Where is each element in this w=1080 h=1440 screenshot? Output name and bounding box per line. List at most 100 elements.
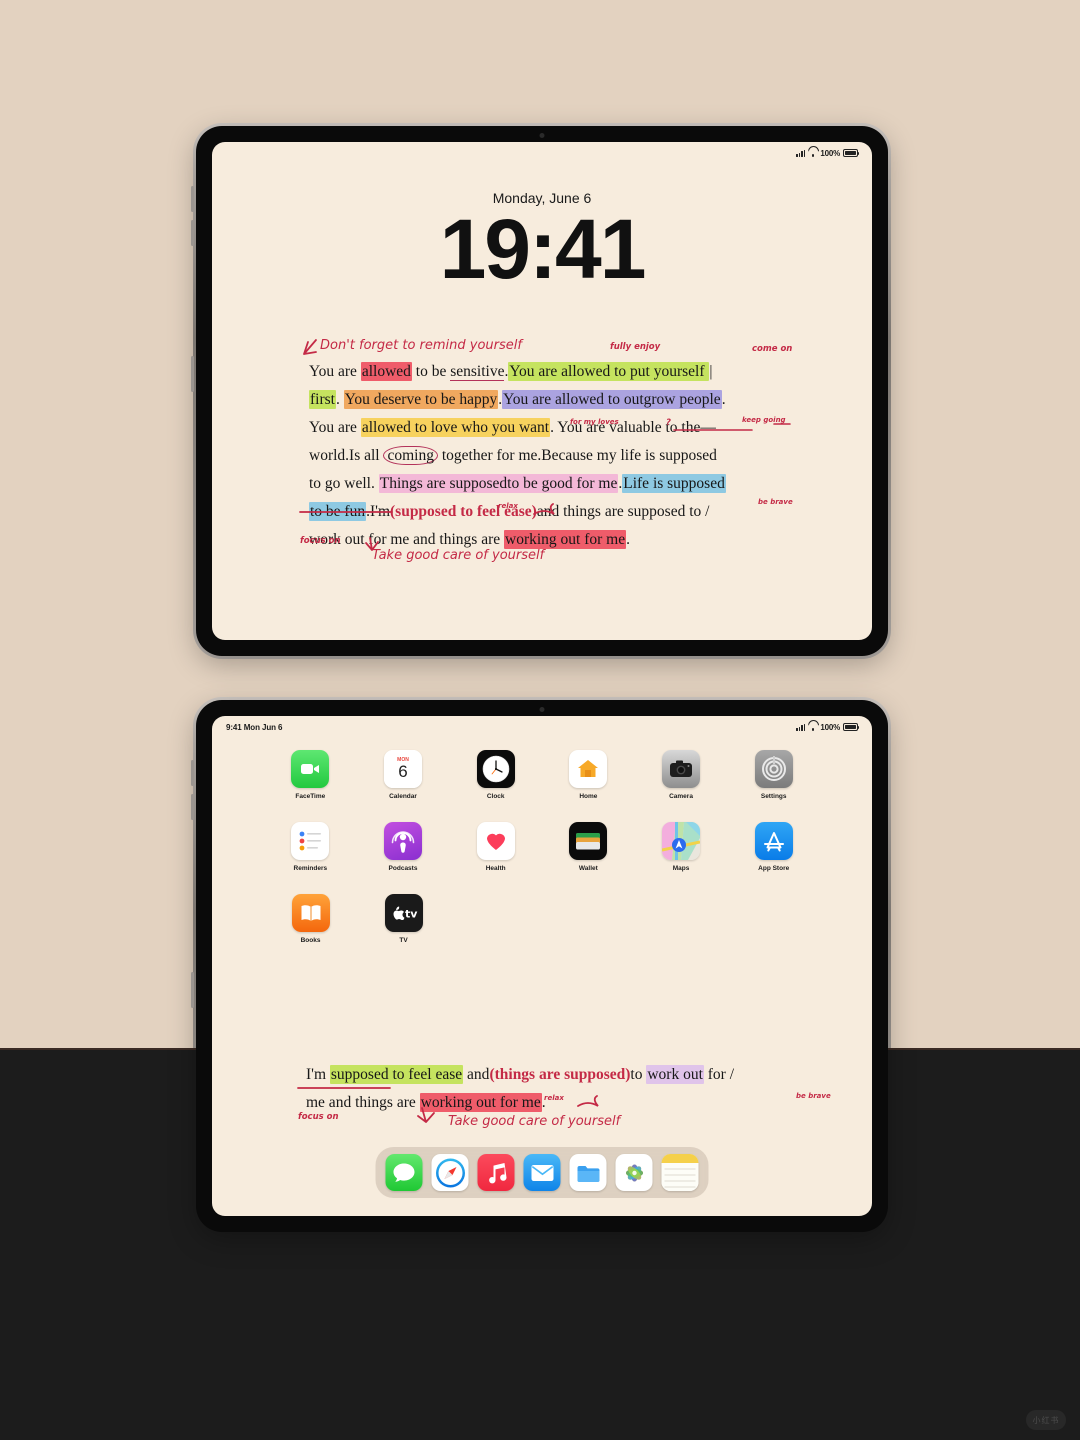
app-reminders[interactable]: Reminders [264, 822, 357, 872]
lock-screen-display: 100% Monday, June 6 19:41 You are allowe… [212, 142, 872, 640]
status-bar: 100% [212, 142, 872, 164]
calendar-day-number: 6 [398, 761, 408, 781]
camera-icon[interactable] [662, 750, 701, 788]
dock-item-photos[interactable] [615, 1154, 653, 1191]
appstore-icon[interactable] [754, 822, 793, 860]
wallet-icon[interactable] [569, 822, 608, 860]
safari-icon[interactable] [431, 1154, 469, 1191]
mail-icon[interactable] [523, 1154, 561, 1191]
dock-item-files[interactable] [569, 1154, 607, 1191]
cellular-signal-icon-2 [795, 723, 806, 731]
power-button-2[interactable] [191, 972, 194, 1008]
note-text: .I'm [366, 503, 390, 520]
annotation-fully-enjoy: fully enjoy [610, 342, 661, 352]
app-clock[interactable]: Clock [449, 750, 542, 800]
app-label: Health [485, 865, 506, 872]
cellular-signal-icon [795, 149, 806, 157]
annotation-focus-on-2: focus on [298, 1112, 339, 1122]
app-facetime[interactable]: FaceTime [264, 750, 357, 800]
volume-down-button[interactable] [191, 220, 194, 246]
app-wallet[interactable]: Wallet [542, 822, 635, 872]
affirmation-note-home: I'm supposed to feel ease and(things are… [306, 1062, 734, 1118]
settings-icon[interactable] [754, 750, 793, 788]
volume-down-button-2[interactable] [191, 794, 194, 820]
power-button[interactable] [191, 356, 194, 392]
dock-item-mail[interactable] [523, 1154, 561, 1191]
dock-item-notes[interactable] [661, 1154, 699, 1191]
maps-icon[interactable] [662, 822, 701, 860]
files-icon[interactable] [569, 1154, 607, 1191]
music-icon[interactable] [477, 1154, 515, 1191]
app-home[interactable]: Home [542, 750, 635, 800]
highlighted-text: You are allowed to outgrow people [502, 390, 722, 409]
books-icon[interactable] [291, 894, 330, 932]
highlighted-text: working out for me [504, 530, 627, 549]
app-label: App Store [758, 865, 790, 872]
highlighted-text: work out [646, 1065, 704, 1084]
clock-icon[interactable] [476, 750, 515, 788]
tv-icon[interactable]: tv [384, 894, 423, 932]
annotation-be-brave: be brave [758, 498, 793, 506]
facetime-icon[interactable] [291, 750, 330, 788]
app-label: TV [399, 937, 408, 944]
app-row: Books tv TV [264, 894, 820, 944]
highlighted-text: supposed to feel ease [329, 1065, 464, 1084]
calendar-icon[interactable]: MON 6 [384, 750, 422, 788]
app-settings[interactable]: Settings [727, 750, 820, 800]
messages-icon[interactable] [385, 1154, 423, 1191]
wifi-icon-2 [808, 724, 817, 731]
reminders-icon[interactable] [291, 822, 330, 860]
home-icon[interactable] [569, 750, 608, 788]
note-line: You are allowed to be sensitive.You are … [309, 359, 726, 384]
note-line: I'm supposed to feel ease and(things are… [306, 1062, 734, 1087]
app-label: Calendar [389, 793, 417, 800]
annotation-focus-on: focus on [300, 536, 341, 546]
app-books[interactable]: Books [264, 894, 357, 944]
note-text: — [700, 419, 716, 436]
wifi-icon [808, 150, 817, 157]
note-text: world.Is all [309, 447, 384, 464]
annotation-keep-going: keep going [742, 416, 786, 424]
notes-icon[interactable] [661, 1154, 699, 1191]
app-tv[interactable]: tv TV [357, 894, 450, 944]
app-podcasts[interactable]: Podcasts [357, 822, 450, 872]
highlighted-text: working out for me [419, 1093, 542, 1112]
annotation-relax: relax [498, 502, 518, 510]
app-label: Home [579, 793, 598, 800]
volume-up-button[interactable] [191, 186, 194, 212]
status-bar-right-2: 100% [795, 722, 860, 732]
dock-item-music[interactable] [477, 1154, 515, 1191]
app-row: Reminders Podcasts Health Wallet Maps App Sto… [264, 822, 820, 872]
note-text: me and things are [306, 1094, 420, 1111]
volume-up-button-2[interactable] [191, 760, 194, 786]
note-text: and [463, 1066, 490, 1083]
dock-item-safari[interactable] [431, 1154, 469, 1191]
health-icon[interactable] [476, 822, 515, 860]
annotated-text: (things are supposed) [489, 1066, 631, 1083]
status-bar-right: 100% [795, 148, 860, 158]
podcasts-icon[interactable] [384, 822, 422, 860]
note-text: . [335, 391, 344, 408]
battery-percent-label-2: 100% [820, 722, 840, 732]
app-label: FaceTime [295, 793, 326, 800]
app-label: Clock [486, 793, 505, 800]
photos-icon[interactable] [615, 1154, 653, 1191]
app-grid: FaceTime MON 6 Calendar Clock Home Camera Set… [212, 750, 872, 966]
battery-icon-2 [843, 723, 860, 731]
app-row: FaceTime MON 6 Calendar Clock Home Camera Set… [264, 750, 820, 800]
front-camera-icon-2 [539, 707, 545, 712]
app-label: Books [300, 937, 321, 944]
highlighted-text: allowed [360, 362, 412, 381]
app-maps[interactable]: Maps [635, 822, 728, 872]
app-calendar[interactable]: MON 6 Calendar [357, 750, 450, 800]
note-text: to [630, 1066, 647, 1083]
dock-item-messages[interactable] [385, 1154, 423, 1191]
app-health[interactable]: Health [449, 822, 542, 872]
annotation-remind-yourself: Don't forget to remind yourself [320, 338, 522, 353]
app-app-store[interactable]: App Store [727, 822, 820, 872]
app-label: Wallet [578, 865, 598, 872]
highlighted-text: first [309, 390, 336, 409]
annotation-question-mark: ? [666, 418, 671, 428]
battery-percent-label: 100% [820, 148, 840, 158]
app-camera[interactable]: Camera [635, 750, 728, 800]
